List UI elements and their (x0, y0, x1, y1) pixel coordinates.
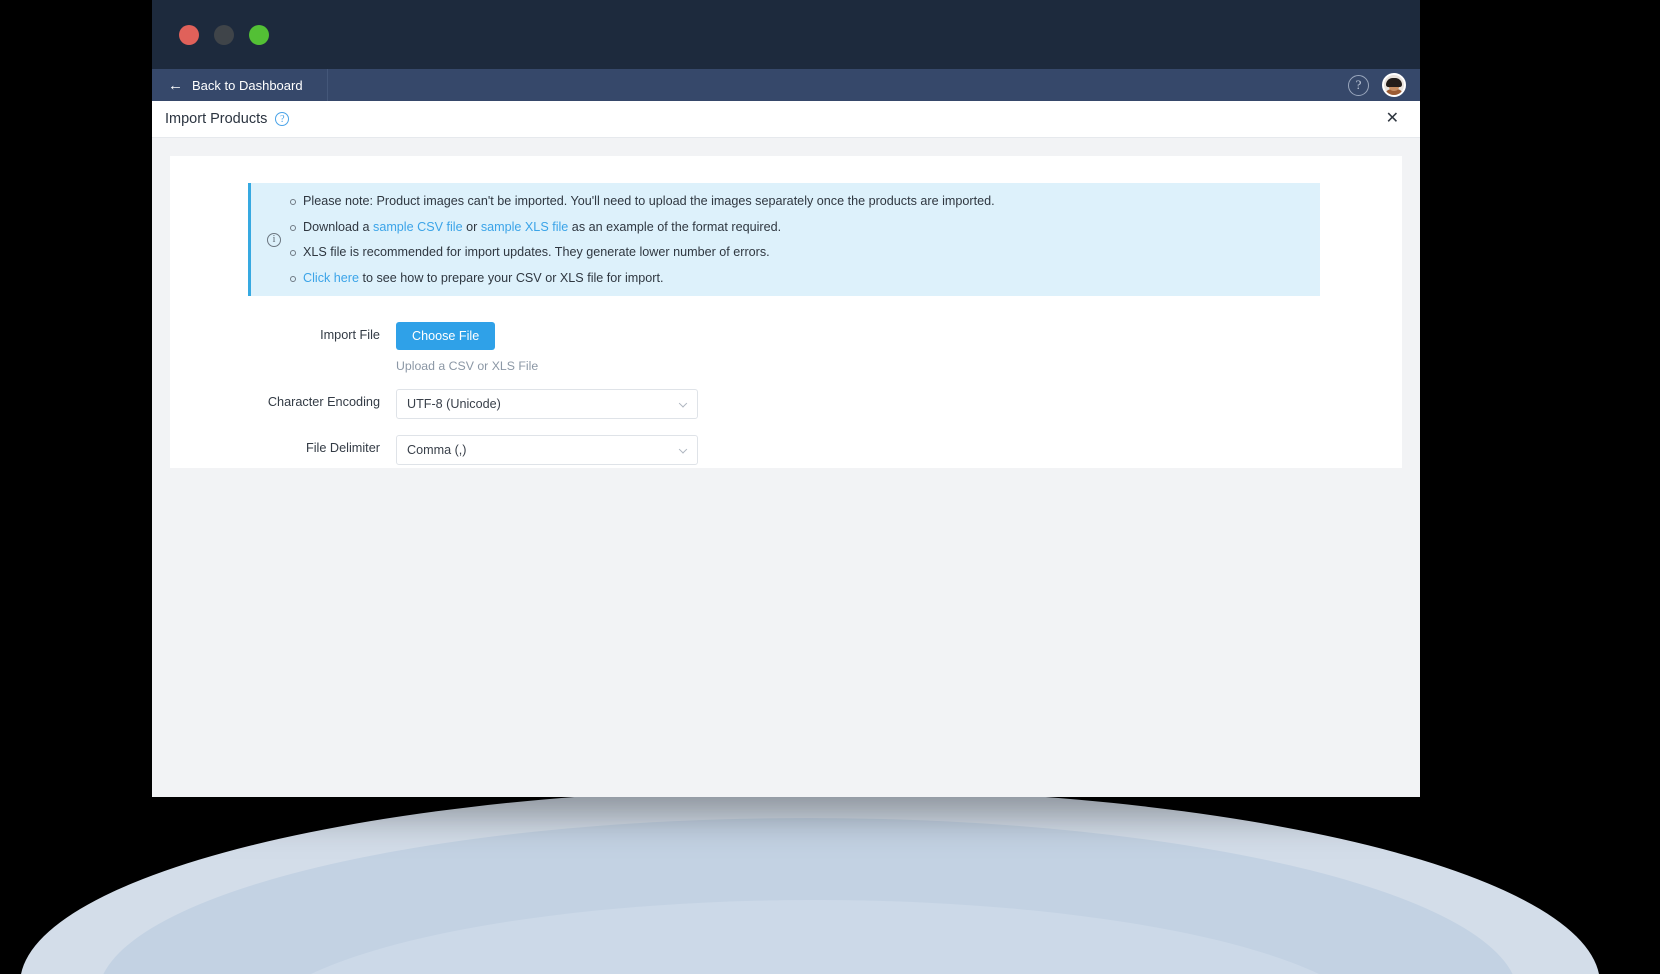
user-avatar[interactable] (1382, 73, 1406, 97)
notice-item: Download a sample CSV file or sample XLS… (289, 219, 1306, 234)
window-titlebar (152, 0, 1420, 69)
form-row-character-encoding: Character Encoding UTF-8 (Unicode) (248, 389, 1402, 420)
import-form-card: i Please note: Product images can't be i… (170, 156, 1402, 468)
chevron-down-icon (678, 399, 688, 409)
file-delimiter-select[interactable]: Comma (,) (396, 435, 698, 466)
notice-link[interactable]: Click here (303, 271, 359, 285)
file-delimiter-value: Comma (,) (407, 443, 467, 458)
question-mark-icon[interactable]: ? (1348, 74, 1369, 96)
screenshot-stage: ← Back to Dashboard ? Import Products ? … (0, 0, 1660, 974)
pedestal-shadow-outer (20, 788, 1600, 974)
navbar-right-group: ? (1348, 73, 1420, 97)
back-to-dashboard-button[interactable]: ← Back to Dashboard (152, 69, 328, 101)
app-navbar: ← Back to Dashboard ? (152, 69, 1420, 101)
character-encoding-label: Character Encoding (267, 395, 380, 410)
file-delimiter-field: Comma (,) (396, 435, 698, 466)
notice-text: Please note: Product images can't be imp… (303, 194, 995, 208)
notice-list: Please note: Product images can't be imp… (289, 195, 1306, 284)
notice-text: to see how to prepare your CSV or XLS fi… (359, 270, 664, 285)
import-file-hint: Upload a CSV or XLS File (396, 359, 539, 374)
title-help-icon[interactable]: ? (275, 112, 290, 126)
notice-item: Click here to see how to prepare your CS… (289, 270, 1306, 285)
notice-item: XLS file is recommended for import updat… (289, 246, 1306, 259)
browser-window: ← Back to Dashboard ? Import Products ? … (152, 0, 1420, 797)
notice-link[interactable]: sample CSV file (373, 220, 463, 234)
notice-text: Download a (303, 219, 374, 234)
window-maximize-dot[interactable] (249, 24, 269, 45)
info-notice: i Please note: Product images can't be i… (248, 183, 1320, 297)
info-icon-wrap: i (259, 232, 289, 247)
notice-link[interactable]: sample XLS file (481, 220, 569, 234)
pedestal-shadow-mid (98, 818, 1518, 974)
form-row-file-delimiter: File Delimiter Comma (,) (248, 435, 1402, 466)
chevron-down-icon (678, 445, 688, 455)
character-encoding-value: UTF-8 (Unicode) (407, 397, 501, 412)
modal-body: i Please note: Product images can't be i… (152, 138, 1420, 797)
page-title: Import Products (165, 111, 268, 127)
window-minimize-dot[interactable] (214, 24, 234, 45)
info-icon: i (267, 232, 281, 247)
character-encoding-select[interactable]: UTF-8 (Unicode) (396, 389, 698, 420)
avatar-hair (1386, 77, 1402, 87)
pedestal-shadow-inner (250, 900, 1380, 974)
arrow-left-icon: ← (168, 76, 183, 94)
character-encoding-field: UTF-8 (Unicode) (396, 389, 698, 420)
form-row-import-file: Import File Choose File Upload a CSV or … (248, 322, 1402, 373)
import-file-field: Choose File Upload a CSV or XLS File (396, 322, 538, 373)
notice-text: as an example of the format required. (568, 219, 782, 234)
modal-header: Import Products ? ✕ (152, 101, 1420, 138)
notice-item: Please note: Product images can't be imp… (289, 195, 1306, 208)
back-to-dashboard-label: Back to Dashboard (192, 77, 303, 93)
import-form: Import File Choose File Upload a CSV or … (170, 322, 1402, 466)
import-file-label: Import File (320, 328, 380, 343)
close-icon[interactable]: ✕ (1383, 108, 1402, 130)
notice-text: or (462, 219, 481, 234)
notice-text: XLS file is recommended for import updat… (303, 245, 770, 260)
choose-file-button[interactable]: Choose File (396, 322, 496, 351)
window-close-dot[interactable] (179, 24, 199, 45)
file-delimiter-label: File Delimiter (305, 441, 380, 456)
